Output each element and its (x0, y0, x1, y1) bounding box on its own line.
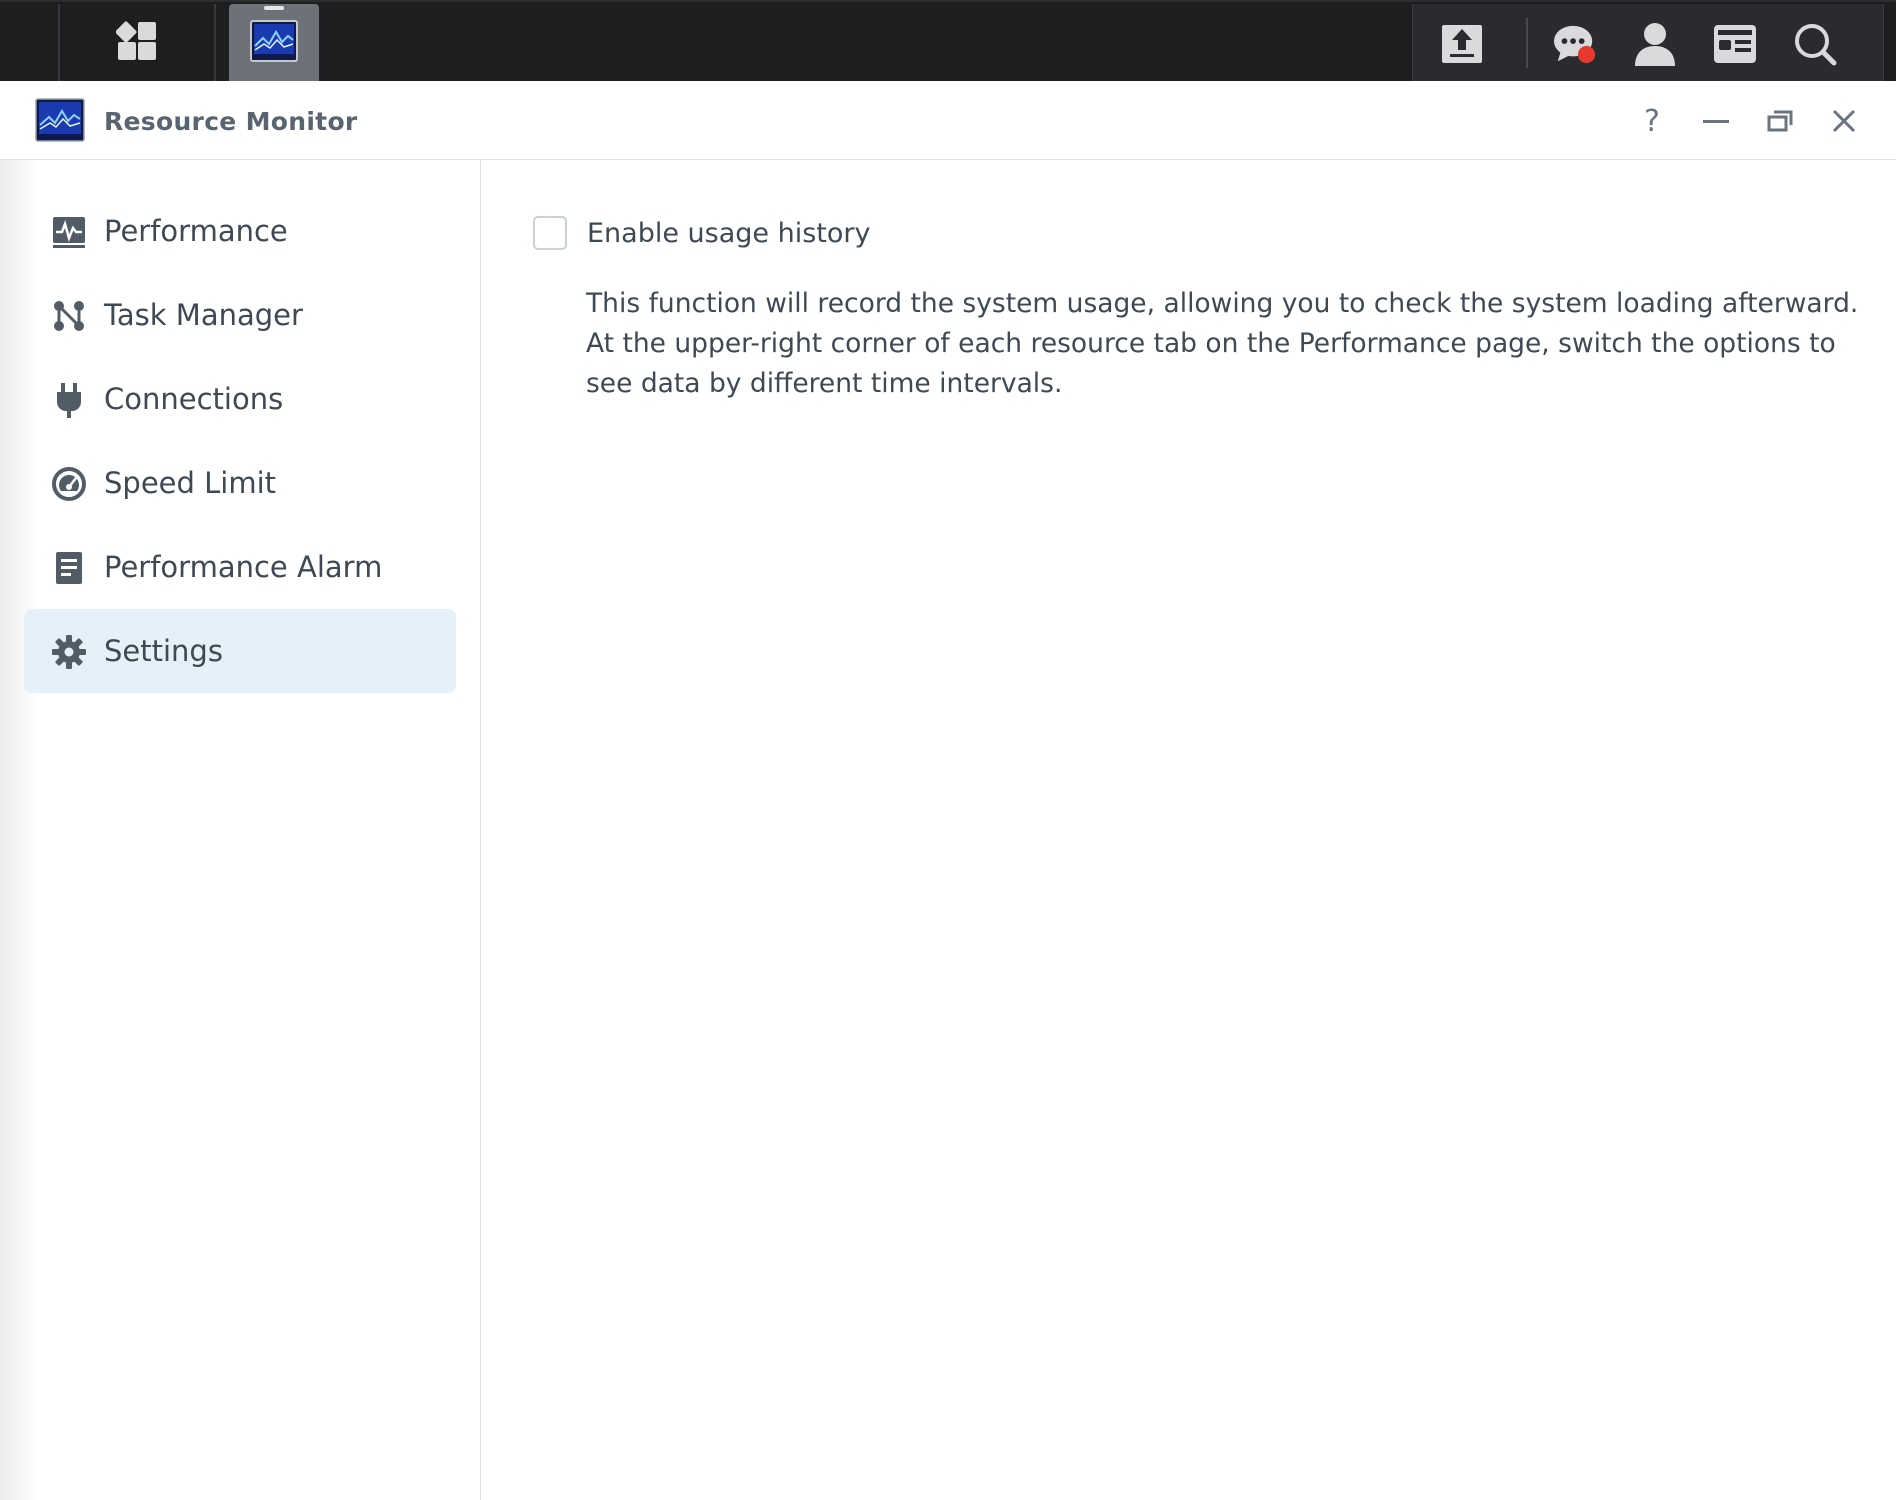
taskbar-divider (214, 4, 216, 81)
sidebar-item-label: Settings (104, 634, 223, 668)
sidebar-item-speed-limit[interactable]: Speed Limit (24, 441, 456, 525)
close-button[interactable] (1826, 103, 1862, 139)
sidebar-item-label: Performance (104, 214, 288, 248)
plug-icon (52, 383, 86, 418)
description-line: This function will record the system usa… (586, 288, 1859, 319)
description-line: see data by different time intervals. (586, 368, 1063, 399)
minimize-icon (1703, 120, 1729, 123)
widgets-icon[interactable] (1713, 22, 1757, 66)
close-icon (1832, 109, 1856, 133)
window-titlebar: Resource Monitor ? (0, 81, 1896, 160)
chat-icon[interactable] (1553, 22, 1597, 66)
resource-monitor-app-icon (35, 98, 85, 142)
sidebar-item-performance-alarm[interactable]: Performance Alarm (24, 525, 456, 609)
sidebar-item-label: Performance Alarm (104, 550, 383, 584)
user-icon[interactable] (1633, 22, 1677, 66)
alarm-document-icon (52, 551, 86, 585)
sidebar-item-label: Speed Limit (104, 466, 277, 500)
sidebar-item-settings[interactable]: Settings (24, 609, 456, 693)
sidebar: Performance Task Manager Connections Spe… (0, 160, 481, 1500)
sidebar-item-connections[interactable]: Connections (24, 357, 456, 441)
settings-panel: Enable usage history This function will … (481, 160, 1896, 1500)
help-button[interactable]: ? (1634, 103, 1670, 139)
task-manager-icon (52, 299, 86, 333)
sidebar-item-label: Connections (104, 382, 284, 416)
restore-icon (1767, 110, 1793, 132)
gear-icon (52, 635, 86, 669)
sidebar-item-performance[interactable]: Performance (24, 189, 456, 273)
usage-history-checkbox[interactable] (533, 216, 567, 250)
usage-history-option[interactable]: Enable usage history (533, 216, 870, 250)
help-icon: ? (1644, 103, 1660, 139)
sidebar-item-label: Task Manager (104, 298, 303, 332)
active-app-indicator (264, 6, 284, 10)
minimize-button[interactable] (1698, 103, 1734, 139)
main-menu-icon (115, 20, 158, 66)
description-line: At the upper-right corner of each resour… (586, 328, 1836, 359)
upload-icon[interactable] (1440, 22, 1484, 66)
taskbar-tray (1412, 4, 1884, 81)
usage-history-description: This function will record the system usa… (586, 284, 1886, 404)
taskbar (0, 0, 1896, 81)
search-icon[interactable] (1793, 22, 1837, 66)
resource-monitor-icon (250, 19, 298, 66)
restore-button[interactable] (1762, 103, 1798, 139)
taskbar-resource-monitor-button[interactable] (229, 4, 319, 81)
window-title: Resource Monitor (104, 107, 358, 136)
main-menu-button[interactable] (60, 4, 214, 81)
notification-dot (1577, 45, 1596, 64)
speedometer-icon (52, 467, 86, 501)
tray-separator (1526, 18, 1528, 68)
performance-icon (52, 215, 86, 249)
usage-history-label: Enable usage history (587, 217, 871, 249)
sidebar-item-task-manager[interactable]: Task Manager (24, 273, 456, 357)
